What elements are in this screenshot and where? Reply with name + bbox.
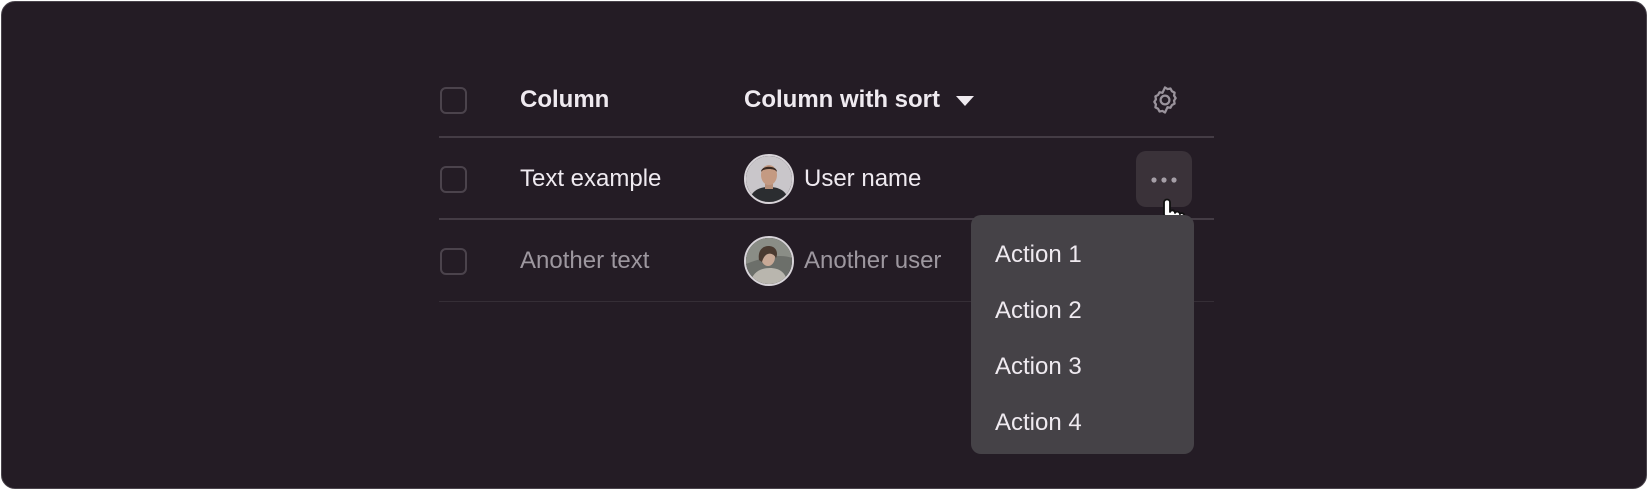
menu-item-action-3[interactable]: Action 3 (971, 339, 1194, 395)
sortable-column-label: Column with sort (744, 86, 940, 113)
user-name: User name (804, 165, 922, 192)
avatar (744, 236, 794, 286)
user-cell: User name (744, 154, 921, 204)
sortable-column-header[interactable]: Column with sort (744, 86, 974, 114)
user-cell: Another user (744, 236, 941, 286)
app-window: Column Column with sort Text example Use… (1, 1, 1647, 489)
column-header[interactable]: Column (520, 86, 609, 114)
select-all-checkbox[interactable] (440, 86, 467, 114)
table-header-row: Column Column with sort (439, 62, 1214, 138)
menu-item-action-4[interactable]: Action 4 (971, 395, 1194, 451)
gear-icon[interactable] (1149, 84, 1181, 116)
caret-down-icon[interactable] (955, 96, 974, 106)
table-row[interactable]: Text example User name (439, 138, 1214, 220)
avatar (744, 154, 794, 204)
row-text: Another text (520, 247, 650, 274)
menu-item-action-1[interactable]: Action 1 (971, 227, 1194, 283)
more-horizontal-icon (1151, 170, 1177, 188)
menu-item-action-2[interactable]: Action 2 (971, 283, 1194, 339)
user-name: Another user (804, 247, 942, 274)
row-actions-menu: Action 1 Action 2 Action 3 Action 4 (971, 215, 1194, 454)
row-checkbox[interactable] (440, 165, 467, 193)
row-checkbox[interactable] (440, 247, 467, 275)
row-text: Text example (520, 165, 662, 192)
